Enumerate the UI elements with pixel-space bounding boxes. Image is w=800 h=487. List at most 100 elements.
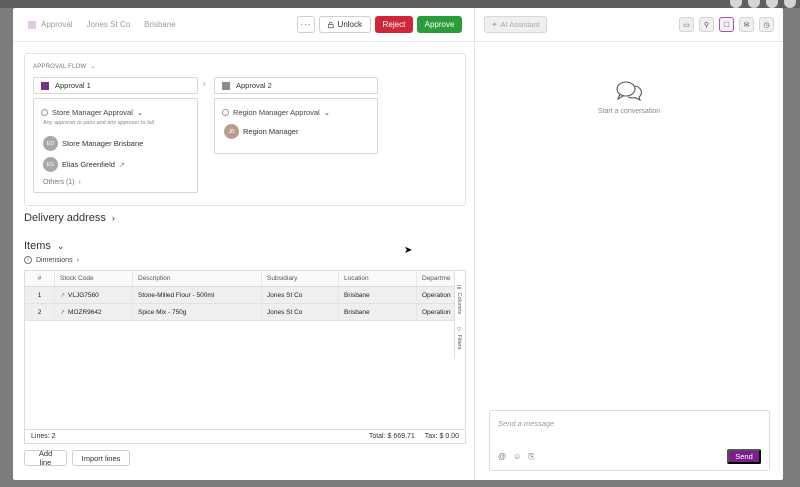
dimensions-label: Dimensions bbox=[36, 256, 73, 264]
table-row[interactable]: 1 ↗ VLJG7560 Stone-Milled Flour - 500ml J… bbox=[25, 287, 465, 304]
chevron-right-icon: › bbox=[76, 256, 79, 264]
approval-flow-title[interactable]: APPROVAL FLOW ⌄ bbox=[33, 63, 96, 71]
department-cell[interactable]: Operations bbox=[417, 304, 451, 320]
breadcrumb-subsidiary[interactable]: Jones St Co bbox=[87, 20, 131, 29]
approval-flow: APPROVAL FLOW ⌄ Approval 1 › Approval 2 … bbox=[24, 53, 466, 206]
stage-label: Approval 2 bbox=[236, 81, 272, 90]
unlock-button[interactable]: Unlock bbox=[319, 16, 371, 33]
mouse-cursor-icon: ➤ bbox=[404, 245, 413, 256]
column-header[interactable]: Stock Code bbox=[55, 271, 133, 286]
card-title-text: Store Manager Approval bbox=[52, 108, 133, 117]
emoji-icon[interactable]: ☺ bbox=[513, 452, 521, 462]
stage-label: Approval 1 bbox=[55, 81, 91, 90]
chevron-right-icon: › bbox=[78, 179, 81, 186]
stock-code-cell[interactable]: ↗ MOZR9642 bbox=[55, 304, 133, 320]
row-number: 2 bbox=[25, 304, 55, 320]
column-header[interactable]: Location bbox=[339, 271, 417, 286]
breadcrumb-type[interactable]: Approval bbox=[41, 20, 73, 29]
more-options-button[interactable]: ··· bbox=[297, 16, 315, 33]
items-toggle[interactable]: Items ⌄ bbox=[24, 240, 64, 252]
location-cell[interactable]: Brisbane bbox=[339, 304, 417, 320]
mail-icon[interactable]: ✉ bbox=[739, 17, 754, 32]
chat-icon[interactable]: ☐ bbox=[719, 17, 734, 32]
stage-approval-2[interactable]: Approval 2 bbox=[214, 77, 378, 94]
approval-modal: Approval Jones St Co Brisbane ··· Unlock… bbox=[13, 8, 783, 480]
stock-code: VLJG7560 bbox=[68, 291, 99, 299]
others-label: Others (1) bbox=[43, 179, 75, 186]
columns-icon: ☰ bbox=[456, 285, 462, 291]
others-link[interactable]: Others (1) › bbox=[43, 179, 81, 186]
chevron-down-icon: ⌄ bbox=[56, 240, 65, 251]
external-link-icon[interactable]: ↗ bbox=[60, 309, 65, 316]
message-composer[interactable]: Send a message @ ☺ ⎘ Send bbox=[489, 410, 770, 471]
columns-tab[interactable]: ☰ Columns bbox=[456, 285, 462, 314]
stage-color-icon bbox=[41, 81, 49, 90]
conversation-icon bbox=[616, 81, 642, 102]
column-header[interactable]: # bbox=[25, 271, 55, 286]
unlock-label: Unlock bbox=[337, 20, 362, 29]
column-header[interactable]: Subsidiary bbox=[262, 271, 339, 286]
stage-approval-1[interactable]: Approval 1 bbox=[33, 77, 198, 94]
reject-button[interactable]: Reject bbox=[375, 16, 413, 33]
delivery-address-toggle[interactable]: Delivery address › bbox=[24, 212, 115, 224]
card-title[interactable]: Store Manager Approval ⌄ bbox=[41, 108, 143, 117]
ai-assistant-label: AI Assistant bbox=[500, 20, 540, 29]
avatar: ED bbox=[43, 136, 58, 151]
subsidiary-cell[interactable]: Jones St Co bbox=[262, 304, 339, 320]
external-link-icon[interactable]: ↗ bbox=[60, 292, 65, 299]
send-button[interactable]: Send bbox=[727, 449, 761, 464]
column-header[interactable]: Description bbox=[133, 271, 262, 286]
approver-name: Region Manager bbox=[243, 127, 299, 136]
chevron-right-icon: › bbox=[111, 213, 115, 223]
chevron-down-icon: ⌄ bbox=[90, 64, 96, 70]
lock-icon bbox=[328, 21, 334, 28]
location-cell[interactable]: Brisbane bbox=[339, 287, 417, 303]
chat-header: ✦ AI Assistant ▭ ⚲ ☐ ✉ ◷ bbox=[475, 8, 783, 42]
window-controls bbox=[730, 0, 796, 8]
history-icon[interactable]: ◷ bbox=[759, 17, 774, 32]
empty-chat-text: Start a conversation bbox=[597, 108, 661, 115]
ai-assistant-button[interactable]: ✦ AI Assistant bbox=[484, 16, 547, 33]
card-title[interactable]: Region Manager Approval ⌄ bbox=[222, 108, 330, 117]
external-link-icon[interactable]: ↗ bbox=[119, 161, 125, 169]
column-header[interactable]: Departme bbox=[417, 271, 451, 286]
add-line-button[interactable]: Add line bbox=[24, 449, 67, 467]
card-rule: Any approver to pass and any approver to… bbox=[43, 120, 154, 126]
backdrop-strip bbox=[0, 0, 800, 8]
row-number: 1 bbox=[25, 287, 55, 303]
note-icon[interactable]: ▭ bbox=[679, 17, 694, 32]
import-lines-button[interactable]: Import lines bbox=[72, 450, 130, 466]
approve-button[interactable]: Approve bbox=[417, 16, 462, 33]
avatar: EG bbox=[43, 157, 58, 172]
total-amount: Total: $ 669.71 bbox=[368, 433, 415, 440]
approver-name: Elias Greenfield bbox=[62, 160, 115, 169]
record-panel: Approval Jones St Co Brisbane ··· Unlock… bbox=[13, 8, 475, 480]
clock-icon bbox=[41, 109, 48, 116]
breadcrumb-location[interactable]: Brisbane bbox=[144, 20, 176, 29]
composer-tools: @ ☺ ⎘ bbox=[498, 452, 535, 462]
card-title-text: Region Manager Approval bbox=[233, 108, 320, 117]
info-icon: i bbox=[24, 256, 32, 264]
dimensions-toggle[interactable]: i Dimensions › bbox=[24, 256, 79, 264]
stock-code-cell[interactable]: ↗ VLJG7560 bbox=[55, 287, 133, 303]
subsidiary-cell[interactable]: Jones St Co bbox=[262, 287, 339, 303]
approver-row: ED Store Manager Brisbane bbox=[43, 136, 143, 151]
tax-amount: Tax: $ 0.00 bbox=[424, 433, 459, 440]
attachment-icon[interactable]: ⎘ bbox=[528, 452, 534, 462]
description-cell[interactable]: Stone-Milled Flour - 500ml bbox=[133, 287, 262, 303]
approver-row: JB Region Manager bbox=[224, 124, 298, 139]
table-row[interactable]: 2 ↗ MOZR9642 Spice Mix - 750g Jones St Co… bbox=[25, 304, 465, 321]
items-table: # Stock Code Description Subsidiary Loca… bbox=[24, 270, 466, 444]
mention-icon[interactable]: @ bbox=[498, 452, 506, 462]
chat-panel: ✦ AI Assistant ▭ ⚲ ☐ ✉ ◷ Start a convers… bbox=[475, 8, 783, 480]
message-input[interactable]: Send a message bbox=[498, 419, 554, 428]
stage-color-icon bbox=[222, 81, 230, 90]
table-side-tabs: ☰ Columns ▽ Filters bbox=[454, 271, 465, 359]
chevron-down-icon: ⌄ bbox=[323, 108, 331, 117]
filters-tab[interactable]: ▽ Filters bbox=[456, 327, 462, 350]
pin-icon[interactable]: ⚲ bbox=[699, 17, 714, 32]
department-cell[interactable]: Operations bbox=[417, 287, 451, 303]
description-cell[interactable]: Spice Mix - 750g bbox=[133, 304, 262, 320]
stock-code: MOZR9642 bbox=[68, 308, 102, 316]
approver-name: Store Manager Brisbane bbox=[62, 139, 144, 148]
